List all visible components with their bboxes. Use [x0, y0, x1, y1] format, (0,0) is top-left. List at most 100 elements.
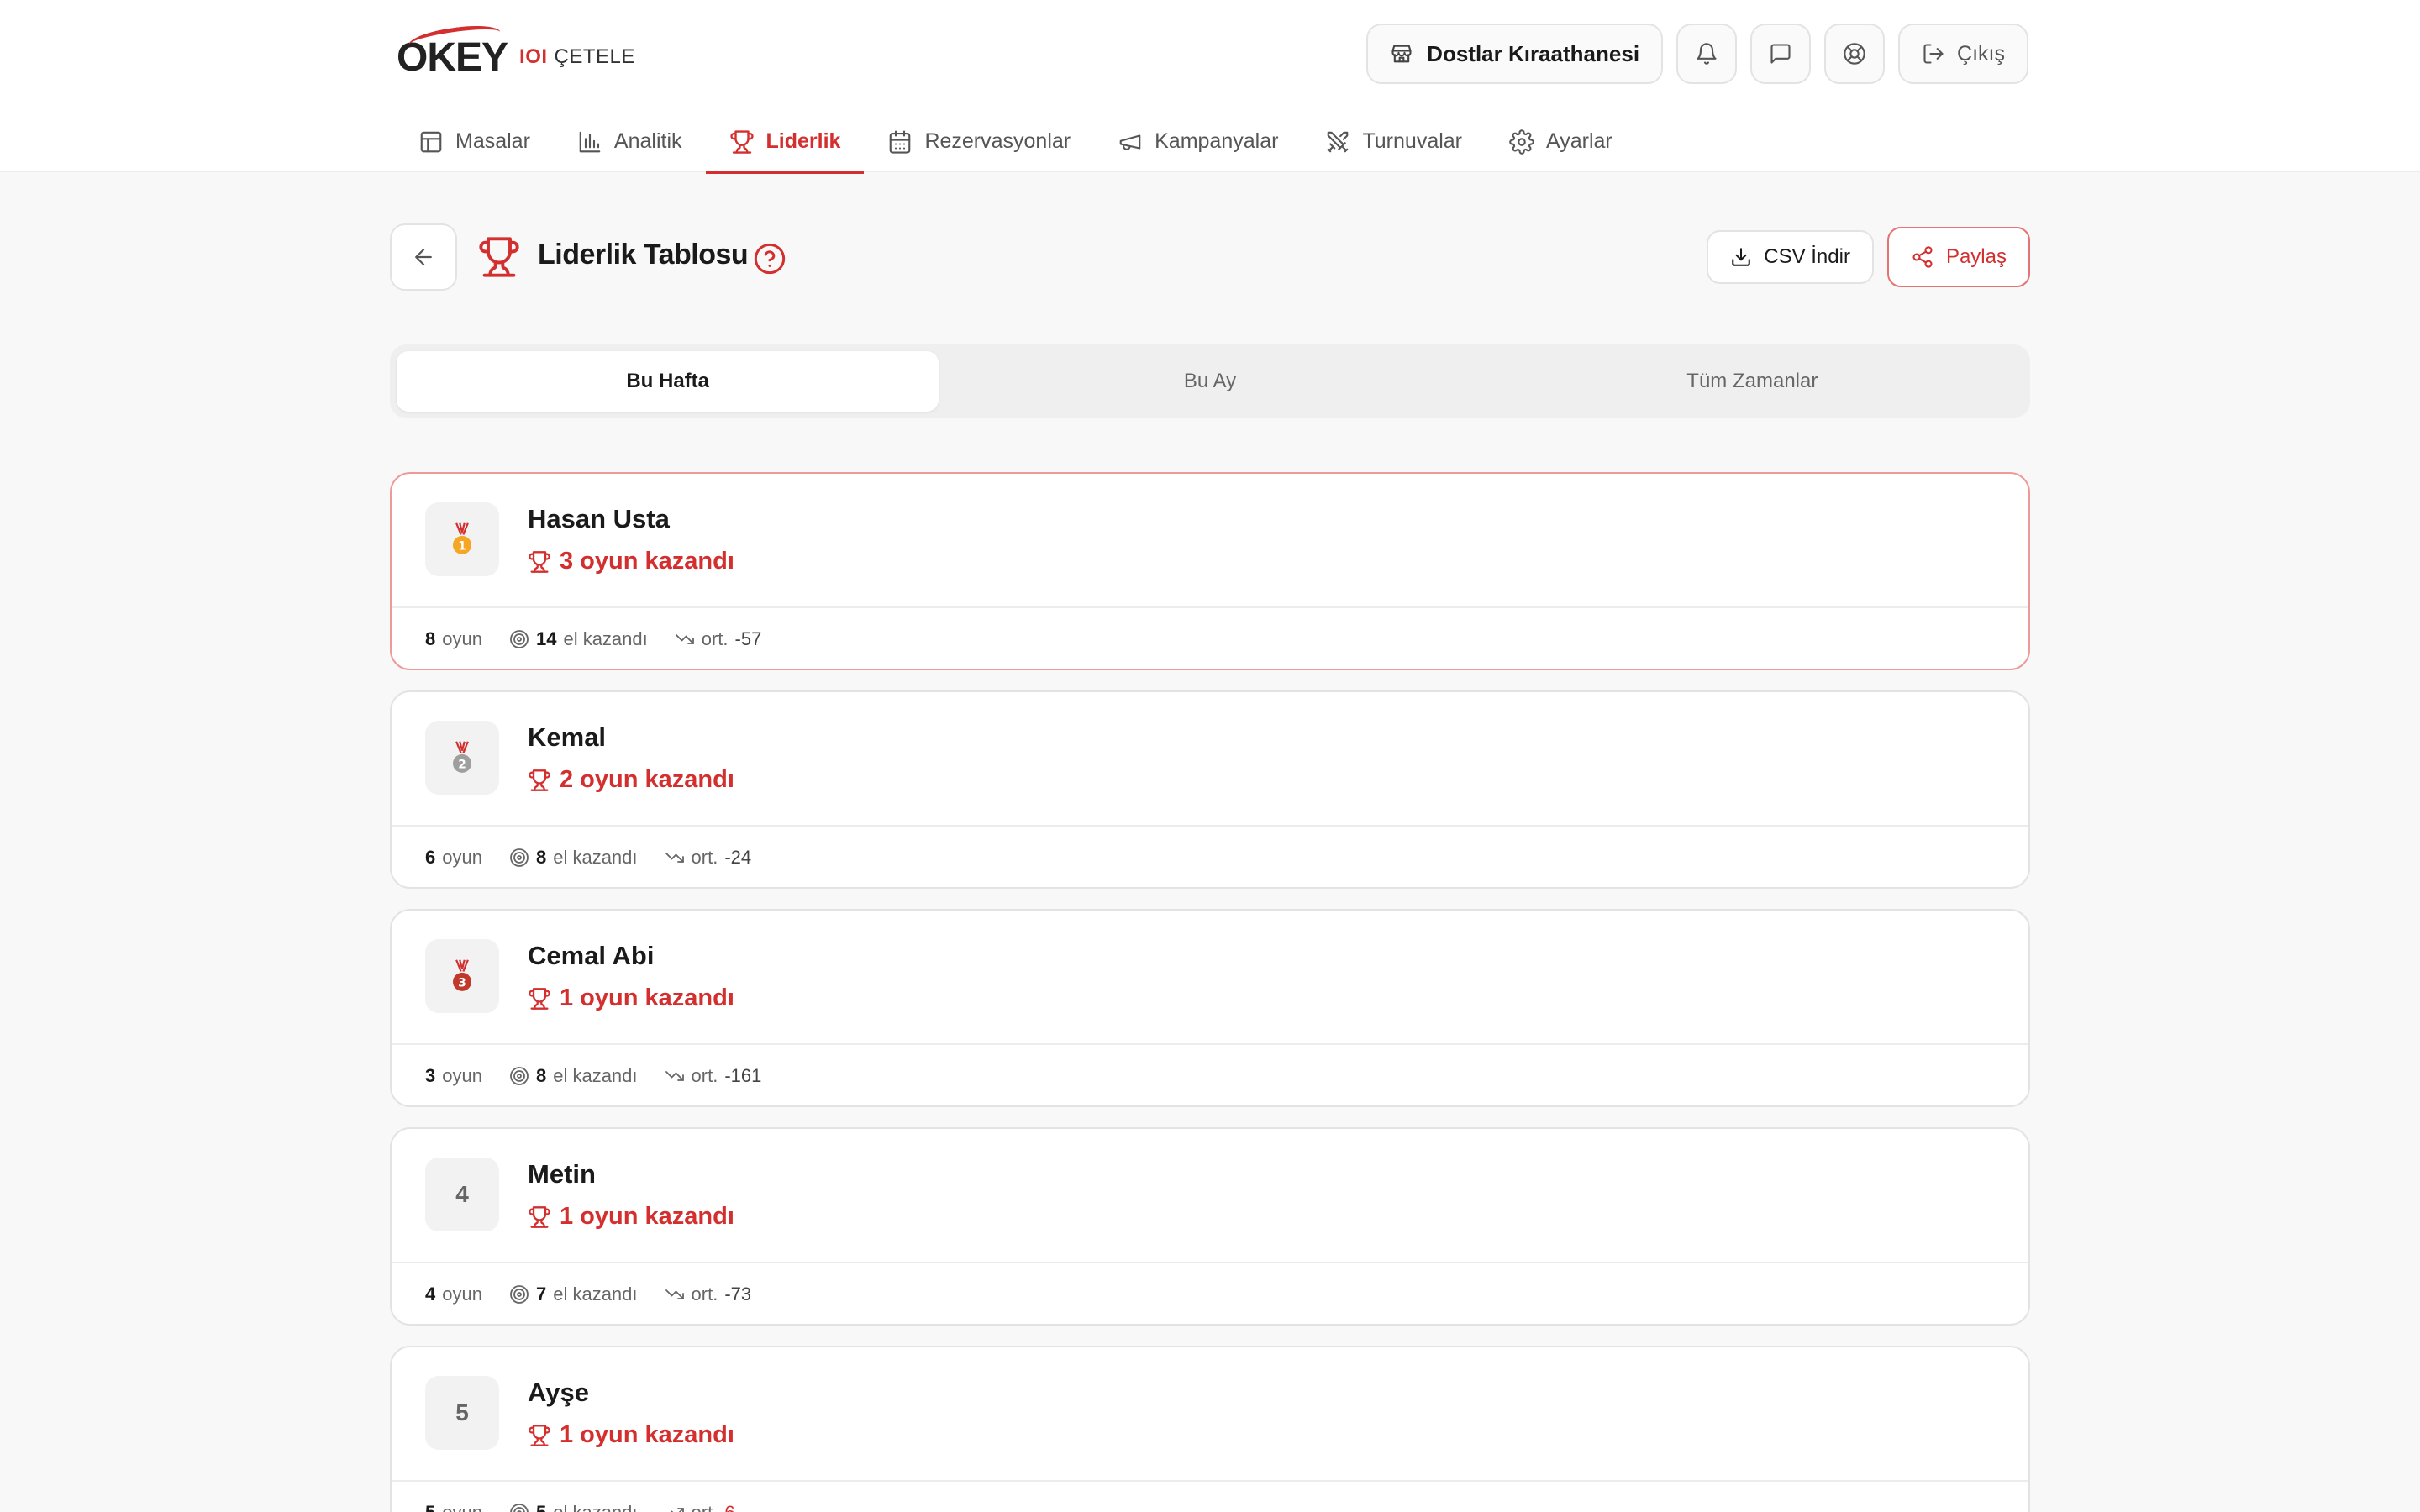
player-name: Cemal Abi — [528, 941, 655, 970]
avg-value: 6 — [724, 1502, 734, 1512]
calendar-icon — [890, 129, 911, 154]
bar-chart-icon — [579, 131, 601, 152]
row-stats: 5 oyun 5 el kazandı ort. 6 — [392, 1482, 2028, 1512]
csv-download-button[interactable]: CSV İndir — [1707, 230, 1874, 284]
nav-item-rezervasyonlar[interactable]: Rezervasyonlar — [864, 111, 1094, 172]
trophy-icon — [529, 769, 550, 791]
avg-label: ort. — [691, 1065, 718, 1086]
venue-name: Dostlar Kıraathanesi — [1427, 40, 1640, 66]
nav-item-ayarlar[interactable]: Ayarlar — [1486, 111, 1636, 172]
row-header: 4 Metin 1 oyun kazandı — [392, 1129, 2028, 1263]
avg-value: -73 — [724, 1284, 752, 1305]
games-unit: oyun — [442, 1284, 482, 1305]
lifebuoy-icon — [1844, 43, 1865, 65]
messages-button[interactable] — [1750, 24, 1812, 84]
row-stats: 6 oyun 8 el kazandı ort. -24 — [392, 827, 2028, 887]
rank-badge: 1 — [425, 502, 499, 576]
tab-this-month[interactable]: Bu Ay — [939, 351, 1481, 412]
hands-count: 5 — [536, 1502, 546, 1512]
top-bar: OKEY IOI ÇETELE Dostlar Kıraathanesi Çık… — [0, 0, 2420, 174]
nav-label: Kampanyalar — [1155, 129, 1279, 153]
wins-label: 2 oyun kazandı — [560, 766, 734, 793]
games-won: 2 oyun kazandı — [528, 766, 734, 794]
games-played: 8 oyun — [425, 628, 482, 650]
row-header: 2 Kemal 2 oyun kazandı — [392, 692, 2028, 827]
games-unit: oyun — [442, 1065, 482, 1086]
hands-count: 14 — [535, 628, 557, 649]
trophy-icon — [529, 1205, 550, 1228]
avg-label: ort. — [692, 1502, 718, 1512]
games-won: 3 oyun kazandı — [528, 548, 734, 575]
average-score: ort. -24 — [665, 847, 751, 869]
csv-label: CSV İndir — [1764, 245, 1850, 268]
nav-item-kampanyalar[interactable]: Kampanyalar — [1094, 111, 1302, 172]
games-unit: oyun — [442, 847, 482, 868]
tab-this-week[interactable]: Bu Hafta — [397, 351, 939, 412]
nav-label: Ayarlar — [1546, 129, 1612, 153]
games-count: 5 — [425, 1502, 435, 1512]
tab-all-time[interactable]: Tüm Zamanlar — [1481, 351, 2023, 412]
trophy-icon — [529, 550, 550, 573]
logo-cetele: ÇETELE — [554, 45, 635, 68]
trophy-icon — [529, 1424, 550, 1446]
row-header: 3 Cemal Abi 1 oyun kazandı — [392, 911, 2028, 1045]
avg-label: ort. — [691, 847, 718, 868]
logo-subtitle: IOI ÇETELE — [519, 45, 635, 69]
logout-button[interactable]: Çıkış — [1898, 24, 2028, 84]
nav-item-turnuvalar[interactable]: Turnuvalar — [1302, 111, 1486, 172]
avg-value: -161 — [724, 1065, 762, 1086]
average-score: ort. 6 — [665, 1502, 735, 1512]
nav-item-liderlik[interactable]: Liderlik — [705, 111, 865, 174]
avg-label: ort. — [691, 1284, 718, 1305]
hands-unit: el kazandı — [553, 1502, 637, 1512]
hands-unit: el kazandı — [553, 1065, 638, 1086]
silver-medal-icon: 2 — [453, 741, 471, 773]
hands-count: 8 — [535, 1065, 547, 1086]
avg-value: -57 — [734, 628, 762, 649]
row-stats: 8 oyun 14 el kazandı ort. -57 — [392, 608, 2028, 669]
leaderboard-row[interactable]: 1 Hasan Usta 3 oyun kazandı 8 oyun 14 el k… — [390, 472, 2030, 670]
games-won: 1 oyun kazandı — [528, 1203, 734, 1231]
support-button[interactable] — [1824, 24, 1886, 84]
player-name: Hasan Usta — [528, 504, 670, 533]
trending-down-icon — [675, 634, 694, 644]
share-button[interactable]: Paylaş — [1886, 227, 2030, 287]
leaderboard-row[interactable]: 5 Ayşe 1 oyun kazandı 5 oyun 5 el kazandı … — [390, 1346, 2030, 1512]
hands-won: 5 el kazandı — [509, 1502, 638, 1512]
help-icon[interactable] — [753, 242, 786, 276]
back-button[interactable] — [390, 223, 457, 291]
venue-selector-button[interactable]: Dostlar Kıraathanesi — [1366, 24, 1664, 84]
logout-icon — [1923, 44, 1944, 64]
svg-text:3: 3 — [458, 976, 466, 990]
page-header: Liderlik Tablosu CSV İndir Paylaş — [390, 223, 2030, 291]
page-actions: CSV İndir Paylaş — [1707, 223, 2030, 287]
trending-down-icon — [665, 1289, 684, 1299]
notifications-button[interactable] — [1676, 24, 1738, 84]
avg-label: ort. — [701, 628, 729, 649]
table-icon — [420, 131, 442, 152]
row-stats: 4 oyun 7 el kazandı ort. -73 — [392, 1263, 2028, 1324]
row-header: 5 Ayşe 1 oyun kazandı — [392, 1347, 2028, 1482]
target-icon — [510, 1067, 529, 1085]
leaderboard-row[interactable]: 3 Cemal Abi 1 oyun kazandı 3 oyun 8 el kaz… — [390, 909, 2030, 1107]
nav-item-analitik[interactable]: Analitik — [554, 111, 706, 172]
hands-unit: el kazandı — [553, 847, 638, 868]
leaderboard-row[interactable]: 4 Metin 1 oyun kazandı 4 oyun 7 el kazandı… — [390, 1127, 2030, 1326]
trophy-icon — [529, 987, 550, 1010]
nav-label: Masalar — [455, 129, 530, 153]
target-icon — [510, 1285, 529, 1304]
arrow-left-icon — [415, 249, 432, 265]
nav-item-masalar[interactable]: Masalar — [395, 111, 554, 172]
svg-text:1: 1 — [458, 539, 466, 553]
games-unit: oyun — [442, 628, 482, 649]
games-count: 3 — [425, 1065, 436, 1086]
leaderboard-row[interactable]: 2 Kemal 2 oyun kazandı 6 oyun 8 el kazandı… — [390, 690, 2030, 889]
trophy-icon — [729, 129, 754, 154]
nav-label: Turnuvalar — [1362, 129, 1463, 153]
store-icon — [1392, 45, 1412, 63]
wins-label: 1 oyun kazandı — [560, 1421, 734, 1448]
hands-won: 8 el kazandı — [509, 847, 638, 869]
logo[interactable]: OKEY IOI ÇETELE — [397, 20, 635, 82]
gold-medal-icon: 1 — [453, 522, 471, 554]
target-icon — [510, 630, 529, 648]
